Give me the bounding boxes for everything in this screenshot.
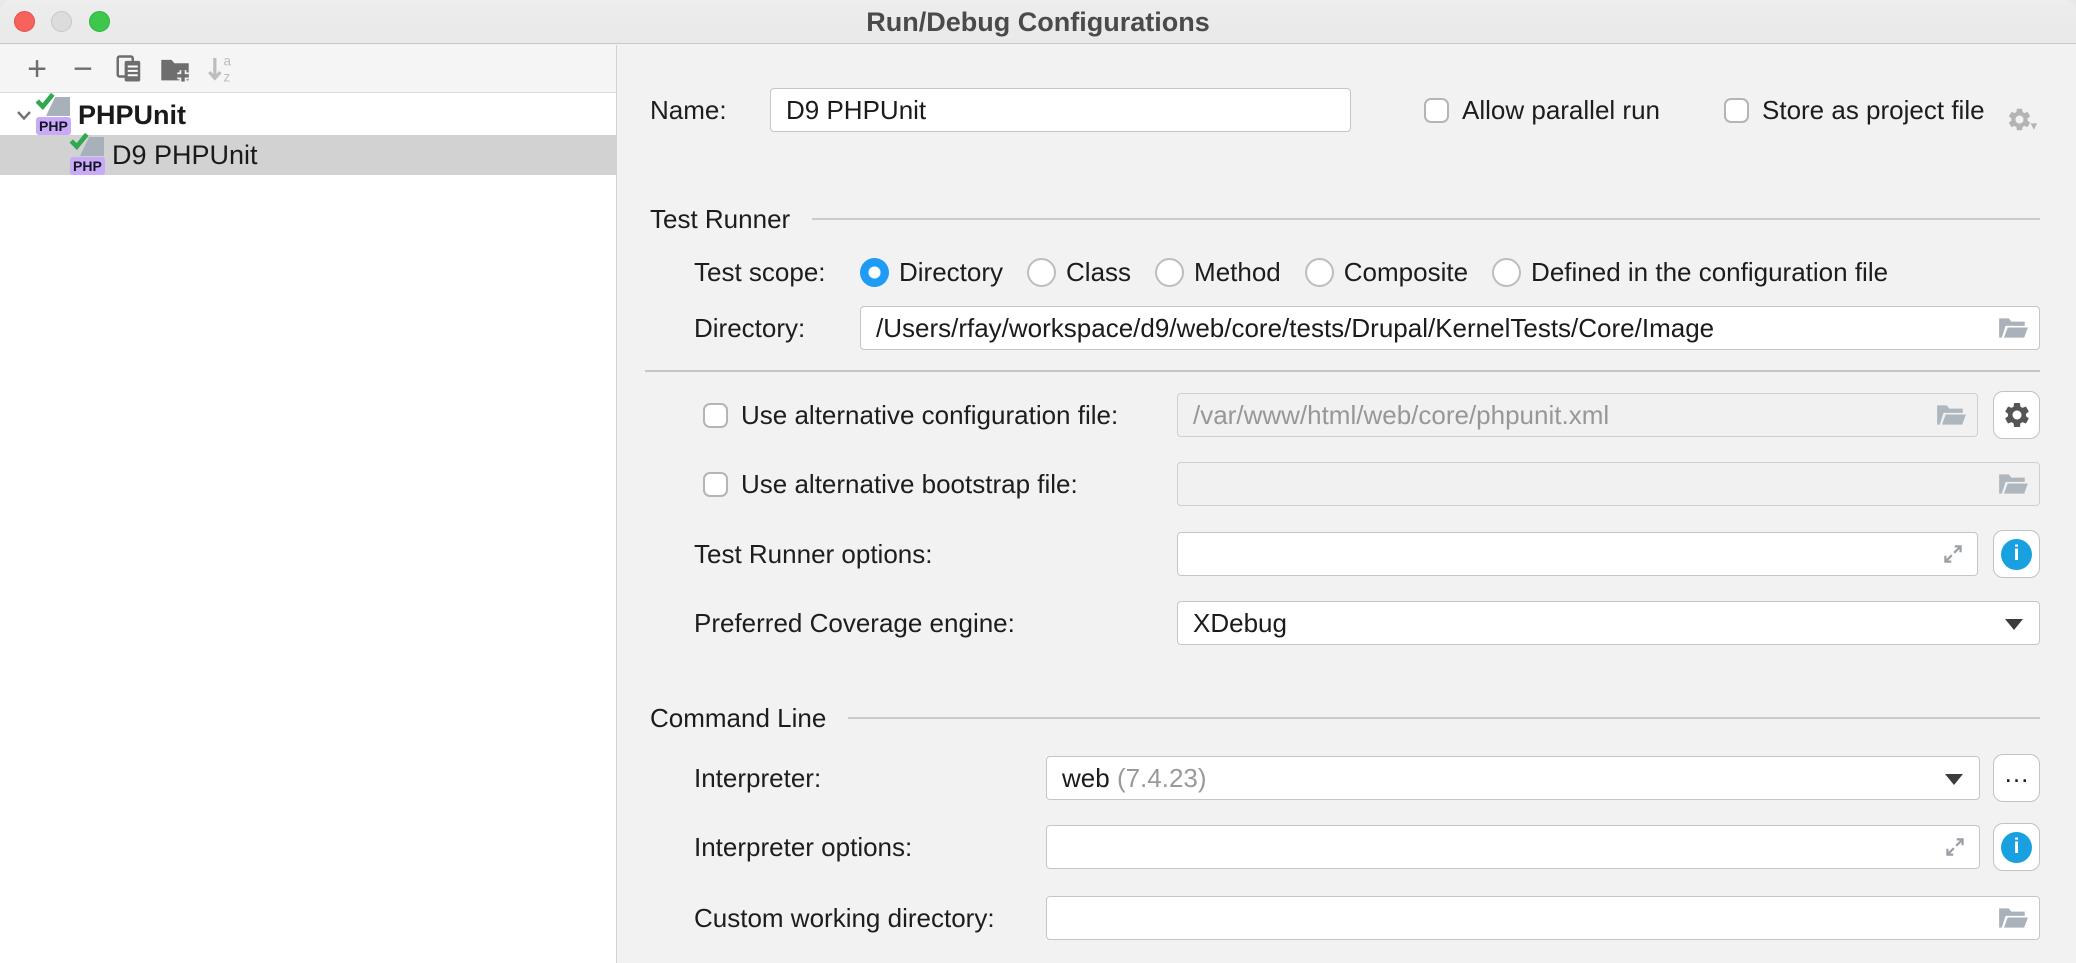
interpreter-options-input[interactable] (1047, 826, 1979, 868)
command-line-section-header: Command Line (618, 696, 2040, 740)
radio-directory[interactable] (860, 258, 889, 287)
test-scope-label: Test scope: (694, 250, 826, 294)
radio-composite[interactable] (1305, 258, 1334, 287)
runner-options-input[interactable] (1178, 533, 1977, 575)
allow-parallel-run-option: Allow parallel run (1424, 88, 1660, 132)
copy-configuration-icon[interactable] (106, 49, 152, 89)
browse-folder-icon[interactable] (1997, 471, 2029, 497)
interpreter-value: web (1062, 763, 1110, 793)
tree-item-phpunit-group[interactable]: PHP PHPUnit (0, 95, 616, 135)
titlebar: Run/Debug Configurations (0, 0, 2076, 44)
info-icon: i (2001, 539, 2032, 570)
directory-field-wrap (860, 306, 2040, 350)
store-as-project-file-checkbox[interactable] (1724, 98, 1749, 123)
info-icon: i (2001, 832, 2032, 863)
run-debug-configurations-dialog: Run/Debug Configurations + − (0, 0, 2076, 963)
allow-parallel-run-label: Allow parallel run (1462, 95, 1660, 126)
directory-label: Directory: (694, 306, 805, 350)
store-as-project-file-option: Store as project file ▾ (1724, 88, 2039, 132)
custom-working-directory-field-wrap (1046, 896, 2040, 940)
radio-class[interactable] (1027, 258, 1056, 287)
radio-method[interactable] (1155, 258, 1184, 287)
test-runner-section-header: Test Runner (618, 197, 2040, 241)
php-badge: PHP (70, 157, 105, 175)
interpreter-options-label: Interpreter options: (694, 825, 912, 869)
ellipsis-icon: … (2004, 760, 2030, 796)
interpreter-options-info-button[interactable]: i (1993, 823, 2040, 871)
svg-text:a: a (223, 53, 231, 68)
tree-item-label: D9 PHPUnit (112, 140, 258, 171)
interpreter-options-field-wrap (1046, 825, 1980, 869)
section-title: Test Runner (650, 197, 790, 241)
remove-configuration-button[interactable]: − (60, 49, 106, 89)
alt-bootstrap-checkbox[interactable] (703, 472, 728, 497)
dropdown-arrow-icon (1945, 774, 1963, 785)
name-input[interactable] (771, 89, 1350, 131)
browse-folder-icon[interactable] (1997, 315, 2029, 341)
phpunit-config-icon: PHP (70, 135, 106, 175)
phpunit-config-icon: PHP (36, 95, 72, 135)
directory-input[interactable] (861, 307, 2039, 349)
interpreter-dropdown[interactable]: web (7.4.23) (1046, 756, 1980, 800)
config-file-settings-button[interactable] (1993, 391, 2040, 439)
alt-config-label: Use alternative configuration file: (741, 400, 1118, 431)
section-title: Command Line (650, 696, 826, 740)
runner-options-info-button[interactable]: i (1993, 530, 2040, 578)
alt-config-field-wrap (1177, 393, 1978, 437)
coverage-engine-label: Preferred Coverage engine: (694, 601, 1015, 645)
radio-option-defined-in-config[interactable]: Defined in the configuration file (1492, 257, 1888, 288)
dropdown-arrow-icon (2005, 619, 2023, 630)
coverage-engine-dropdown[interactable]: XDebug (1177, 601, 2040, 645)
allow-parallel-run-checkbox[interactable] (1424, 98, 1449, 123)
php-badge: PHP (36, 117, 71, 135)
radio-option-method[interactable]: Method (1155, 257, 1281, 288)
store-options-gear-icon[interactable]: ▾ (2006, 106, 2040, 133)
runner-options-field-wrap (1177, 532, 1978, 576)
runner-options-label: Test Runner options: (694, 532, 932, 576)
interpreter-version: (7.4.23) (1117, 763, 1207, 793)
sort-alphabetically-icon[interactable]: a z (198, 49, 244, 89)
expand-field-icon[interactable] (1939, 540, 1967, 568)
radio-option-directory[interactable]: Directory (860, 257, 1003, 288)
name-field-wrap (770, 88, 1351, 132)
alt-bootstrap-label: Use alternative bootstrap file: (741, 469, 1078, 500)
interpreter-browse-button[interactable]: … (1993, 754, 2040, 802)
alt-bootstrap-option: Use alternative bootstrap file: (703, 462, 1078, 506)
svg-text:z: z (223, 69, 230, 84)
sidebar-toolbar: + − (0, 45, 616, 93)
configurations-tree: PHP PHPUnit PHP D9 PHPUnit (0, 93, 616, 175)
add-configuration-button[interactable]: + (14, 49, 60, 89)
custom-working-directory-input[interactable] (1047, 897, 2039, 939)
window-title: Run/Debug Configurations (0, 0, 2076, 44)
test-scope-radio-group: Directory Class Method Composite Defined… (860, 250, 1888, 294)
expand-field-icon[interactable] (1941, 833, 1969, 861)
alt-config-input[interactable] (1178, 394, 1977, 436)
form-separator (645, 370, 2040, 372)
interpreter-label: Interpreter: (694, 756, 821, 800)
custom-working-directory-label: Custom working directory: (694, 896, 995, 940)
name-label: Name: (650, 88, 727, 132)
radio-option-composite[interactable]: Composite (1305, 257, 1468, 288)
browse-folder-icon[interactable] (1997, 905, 2029, 931)
chevron-down-icon[interactable] (12, 103, 36, 127)
configurations-sidebar: + − (0, 45, 617, 963)
store-as-project-file-label: Store as project file (1762, 95, 1985, 126)
radio-defined-in-config[interactable] (1492, 258, 1521, 287)
coverage-engine-value: XDebug (1193, 608, 1287, 638)
new-folder-icon[interactable] (152, 49, 198, 89)
browse-folder-icon[interactable] (1935, 402, 1967, 428)
alt-config-option: Use alternative configuration file: (703, 393, 1118, 437)
alt-config-checkbox[interactable] (703, 403, 728, 428)
tree-item-label: PHPUnit (78, 100, 186, 131)
alt-bootstrap-input[interactable] (1178, 463, 2039, 505)
tree-item-d9-phpunit[interactable]: PHP D9 PHPUnit (0, 135, 616, 175)
radio-option-class[interactable]: Class (1027, 257, 1131, 288)
alt-bootstrap-field-wrap (1177, 462, 2040, 506)
configuration-editor: Name: Allow parallel run Store as projec… (618, 45, 2076, 963)
